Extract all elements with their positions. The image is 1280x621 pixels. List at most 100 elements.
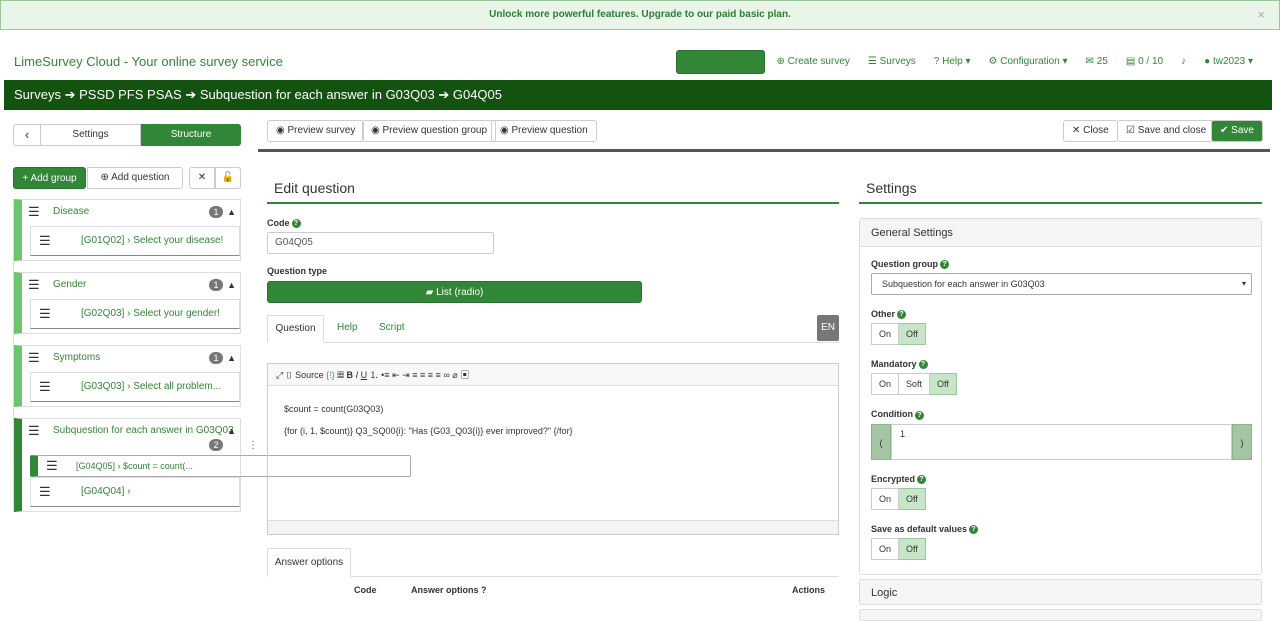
bulleted-list-icon[interactable]: •≡: [381, 370, 389, 380]
source-button[interactable]: Source: [295, 370, 324, 380]
add-question-button[interactable]: ⊕ Add question: [87, 167, 183, 189]
breadcrumb-group[interactable]: Subquestion for each answer in G03Q03: [200, 87, 435, 102]
justify-icon[interactable]: ≡: [436, 370, 441, 380]
question-circle-icon[interactable]: ?: [915, 410, 924, 420]
save-and-close-button[interactable]: ☑ Save and close: [1117, 120, 1216, 142]
underline-icon[interactable]: U: [361, 370, 368, 380]
align-right-icon[interactable]: ≡: [428, 370, 433, 380]
sidebar-resize-handle[interactable]: ⋮: [248, 440, 258, 451]
question-editor[interactable]: ⤢ ▯ Source {⁞} ▦ B I U ⒈ •≡ ⇤ ⇥ ≡ ≡ ≡ ≡ …: [267, 363, 839, 536]
list-item[interactable]: ☰ [G03Q03] › Select all problem...: [30, 372, 240, 402]
condition-input[interactable]: 1: [891, 423, 1232, 460]
group-name[interactable]: Gender: [53, 279, 86, 290]
numbered-list-icon[interactable]: ⒈: [370, 370, 379, 380]
preview-group-button[interactable]: ◉ Preview question group: [362, 120, 497, 142]
user-menu[interactable]: ● tw2023 ▾: [1195, 51, 1262, 73]
question-circle-icon[interactable]: ?: [897, 310, 907, 320]
drag-handle-icon[interactable]: ☰: [39, 300, 51, 328]
caret-up-icon[interactable]: ▲: [227, 273, 236, 297]
collapse-all-button[interactable]: ✕: [189, 167, 215, 189]
group-disease[interactable]: ☰ Disease 1 ▲ ☰ [G01Q02] › Select your disea…: [14, 199, 241, 261]
outdent-icon[interactable]: ⇤: [392, 370, 400, 380]
drag-handle-icon[interactable]: ☰: [39, 227, 51, 255]
list-item[interactable]: ☰ [G02Q03] › Select your gender!: [30, 299, 240, 329]
save-button[interactable]: ✔ Save: [1211, 120, 1263, 142]
drag-handle-icon[interactable]: ☰: [39, 373, 51, 401]
preview-question-button[interactable]: ◉ Preview question: [491, 120, 597, 142]
caret-up-icon[interactable]: ▲: [227, 200, 236, 224]
brand-title[interactable]: LimeSurvey Cloud - Your online survey se…: [14, 54, 283, 69]
bold-icon[interactable]: B: [347, 370, 354, 380]
general-settings-header[interactable]: General Settings: [860, 219, 1261, 247]
editor-content[interactable]: $count = count(G03Q03) {for (i, 1, $coun…: [268, 386, 838, 454]
indent-icon[interactable]: ⇥: [402, 370, 410, 380]
drag-handle-icon[interactable]: ☰: [28, 346, 40, 370]
help-menu[interactable]: ? Help ▾: [925, 51, 980, 73]
notifications-bell[interactable]: ♪: [1172, 51, 1195, 73]
preview-survey-button[interactable]: ◉ Preview survey: [267, 120, 365, 142]
italic-icon[interactable]: I: [356, 370, 359, 380]
tab-question[interactable]: Question: [267, 315, 324, 344]
configuration-menu[interactable]: ⚙ Configuration ▾: [980, 51, 1077, 73]
question-circle-icon[interactable]: ?: [917, 474, 927, 484]
collapse-sidebar-button[interactable]: ‹: [13, 124, 41, 146]
align-left-icon[interactable]: ≡: [412, 370, 417, 380]
link-icon[interactable]: ∞: [443, 370, 449, 380]
list-item[interactable]: ☰ [G01Q02] › Select your disease!: [30, 226, 240, 256]
align-center-icon[interactable]: ≡: [420, 370, 425, 380]
mandatory-on[interactable]: On: [871, 373, 900, 396]
group-subquestion[interactable]: ☰ Subquestion for each answer in G03Q03 2 ▲…: [14, 418, 411, 512]
caret-up-icon[interactable]: ▲: [227, 346, 236, 370]
group-name[interactable]: Symptoms: [53, 352, 100, 363]
question-circle-icon[interactable]: ?: [969, 524, 979, 534]
question-circle-icon[interactable]: ?: [481, 585, 487, 595]
image-icon[interactable]: ▣: [460, 370, 469, 380]
drag-handle-icon[interactable]: ☰: [28, 200, 40, 224]
unlink-icon[interactable]: ⌀: [452, 370, 457, 380]
close-icon[interactable]: ×: [1257, 1, 1265, 29]
tab-answer-options[interactable]: Answer options: [267, 548, 351, 578]
source-icon[interactable]: ▯: [286, 370, 293, 380]
mandatory-soft[interactable]: Soft: [899, 373, 931, 396]
group-name[interactable]: Disease: [53, 206, 89, 217]
storage-counter[interactable]: ▤ 0 / 10: [1117, 51, 1172, 73]
breadcrumb-survey[interactable]: PSSD PFS PSAS: [79, 87, 182, 102]
add-group-button[interactable]: + Add group: [13, 167, 86, 189]
create-survey-link[interactable]: ⊕ Create survey: [767, 51, 858, 73]
save-default-on[interactable]: On: [871, 537, 900, 560]
question-circle-icon[interactable]: ?: [940, 260, 949, 270]
other-off[interactable]: Off: [899, 323, 926, 346]
code-input[interactable]: G04Q05: [267, 232, 494, 255]
question-circle-icon[interactable]: ?: [291, 219, 301, 229]
question-circle-icon[interactable]: ?: [918, 360, 928, 370]
lock-toggle-button[interactable]: 🔓: [215, 167, 241, 189]
group-symptoms[interactable]: ☰ Symptoms 1 ▲ ☰ [G03Q03] › Select all probl…: [14, 345, 241, 407]
question-group-select[interactable]: Subquestion for each answer in G03Q03 ▾: [871, 273, 1252, 296]
encrypted-off[interactable]: Off: [899, 487, 926, 510]
upgrade-plan-button[interactable]: ⊕ Upgrade plan: [676, 50, 766, 74]
comments-counter[interactable]: ✉ 25: [1077, 51, 1117, 73]
caret-up-icon[interactable]: ▲: [227, 419, 236, 443]
save-default-off[interactable]: Off: [899, 537, 926, 560]
other-on[interactable]: On: [871, 323, 900, 346]
encrypted-on[interactable]: On: [871, 487, 900, 510]
question-type-selector[interactable]: ▰ List (radio): [267, 281, 642, 304]
group-gender[interactable]: ☰ Gender 1 ▲ ☰ [G02Q03] › Select your gender…: [14, 272, 241, 334]
tab-settings[interactable]: Settings: [41, 124, 141, 146]
table-icon[interactable]: ▦: [337, 370, 344, 380]
drag-handle-icon[interactable]: ☰: [28, 273, 40, 297]
drag-handle-icon[interactable]: ☰: [28, 419, 40, 443]
list-item[interactable]: ☰ [G04Q04] ›: [30, 477, 240, 507]
group-name[interactable]: Subquestion for each answer in G03Q03: [53, 425, 234, 436]
close-button[interactable]: ✕ Close: [1063, 120, 1118, 142]
breadcrumb-surveys[interactable]: Surveys: [14, 87, 61, 102]
surveys-link[interactable]: ☰ Surveys: [859, 51, 925, 73]
tab-script[interactable]: Script: [379, 315, 405, 341]
maximize-icon[interactable]: ⤢: [276, 370, 283, 380]
drag-handle-icon[interactable]: ☰: [46, 456, 58, 476]
tab-structure[interactable]: Structure: [141, 124, 241, 146]
tab-help[interactable]: Help: [337, 315, 358, 341]
logic-section-header[interactable]: Logic: [859, 578, 1262, 605]
expression-icon[interactable]: {⁞}: [326, 370, 335, 380]
mandatory-off[interactable]: Off: [930, 373, 957, 396]
